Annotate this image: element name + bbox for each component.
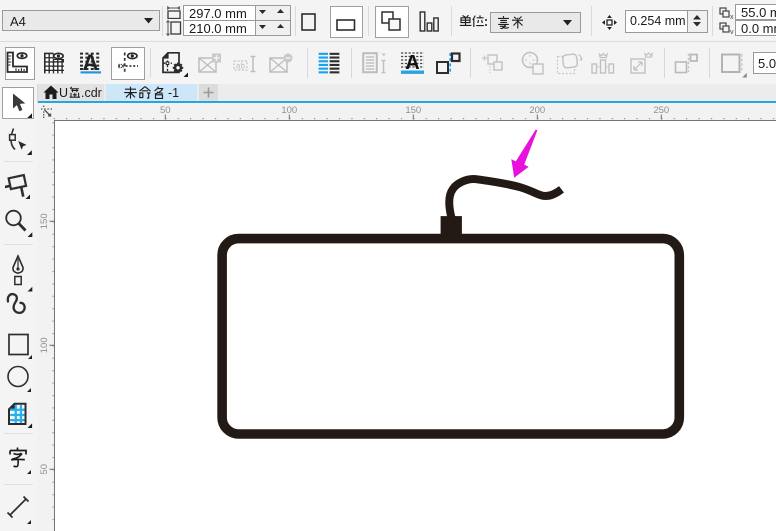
svg-text:U: U [59,86,68,99]
svg-text:50: 50 [160,105,171,116]
svg-text:150: 150 [405,105,421,116]
svg-text:y: y [730,29,734,34]
svg-text:50: 50 [39,464,50,475]
svg-text:100: 100 [39,337,50,353]
svg-text:.cdr: .cdr [81,86,102,99]
svg-text:250: 250 [653,105,669,116]
svg-text:100: 100 [281,105,297,116]
svg-text:-1: -1 [168,86,179,99]
svg-text:ab: ab [236,62,245,71]
svg-text:200: 200 [529,105,545,116]
svg-text:x: x [730,14,734,19]
svg-text:150: 150 [39,213,50,229]
